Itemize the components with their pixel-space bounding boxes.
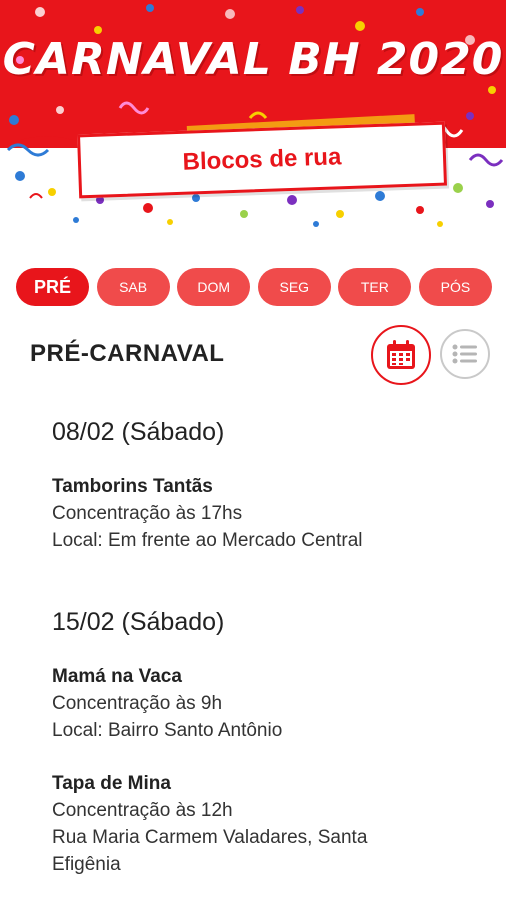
calendar-view-button[interactable]: [371, 325, 431, 385]
subtitle-text: Blocos de rua: [182, 143, 342, 176]
event-location: Rua Maria Carmem Valadares, Santa: [52, 827, 368, 848]
event-time: Concentração às 12h: [52, 800, 233, 821]
event-name: Tapa de Mina: [52, 773, 171, 794]
app-title: CARNAVAL BH 2020: [2, 34, 504, 85]
day-tabs: PRÉ SAB DOM SEG TER PÓS: [16, 268, 492, 306]
tab-seg[interactable]: SEG: [257, 268, 331, 306]
tab-pre[interactable]: PRÉ: [16, 268, 89, 306]
day-block: 15/02 (Sábado) Mamá na Vaca Concentração…: [52, 608, 482, 878]
list-item[interactable]: Tapa de Mina Concentração às 12h Rua Mar…: [52, 770, 482, 878]
day-block: 08/02 (Sábado) Tamborins Tantãs Concentr…: [52, 418, 482, 554]
event-location: Local: Em frente ao Mercado Central: [52, 530, 363, 551]
list-item[interactable]: Mamá na Vaca Concentração às 9h Local: B…: [52, 663, 482, 744]
event-location: Local: Bairro Santo Antônio: [52, 720, 283, 741]
calendar-icon: [387, 340, 415, 369]
tab-dom[interactable]: DOM: [177, 268, 251, 306]
event-name: Tamborins Tantãs: [52, 476, 213, 497]
event-location-cont: Efigênia: [52, 854, 121, 875]
tab-ter[interactable]: TER: [338, 268, 412, 306]
day-date: 15/02 (Sábado): [52, 608, 225, 636]
event-name: Mamá na Vaca: [52, 666, 182, 687]
event-list: 08/02 (Sábado) Tamborins Tantãs Concentr…: [52, 418, 482, 904]
list-icon: [452, 344, 477, 364]
event-time: Concentração às 17hs: [52, 503, 243, 524]
header-banner: CARNAVAL BH 2020 Blocos de rua: [0, 0, 506, 232]
list-view-button[interactable]: [440, 329, 490, 379]
list-item[interactable]: Tamborins Tantãs Concentração às 17hs Lo…: [52, 473, 482, 554]
section-title: PRÉ-CARNAVAL: [30, 340, 225, 367]
day-date: 08/02 (Sábado): [52, 418, 225, 446]
event-time: Concentração às 9h: [52, 693, 223, 714]
day-spacer: [52, 580, 482, 608]
tab-pos[interactable]: PÓS: [418, 268, 492, 306]
tab-sab[interactable]: SAB: [96, 268, 170, 306]
subtitle-banner: Blocos de rua: [76, 121, 448, 199]
